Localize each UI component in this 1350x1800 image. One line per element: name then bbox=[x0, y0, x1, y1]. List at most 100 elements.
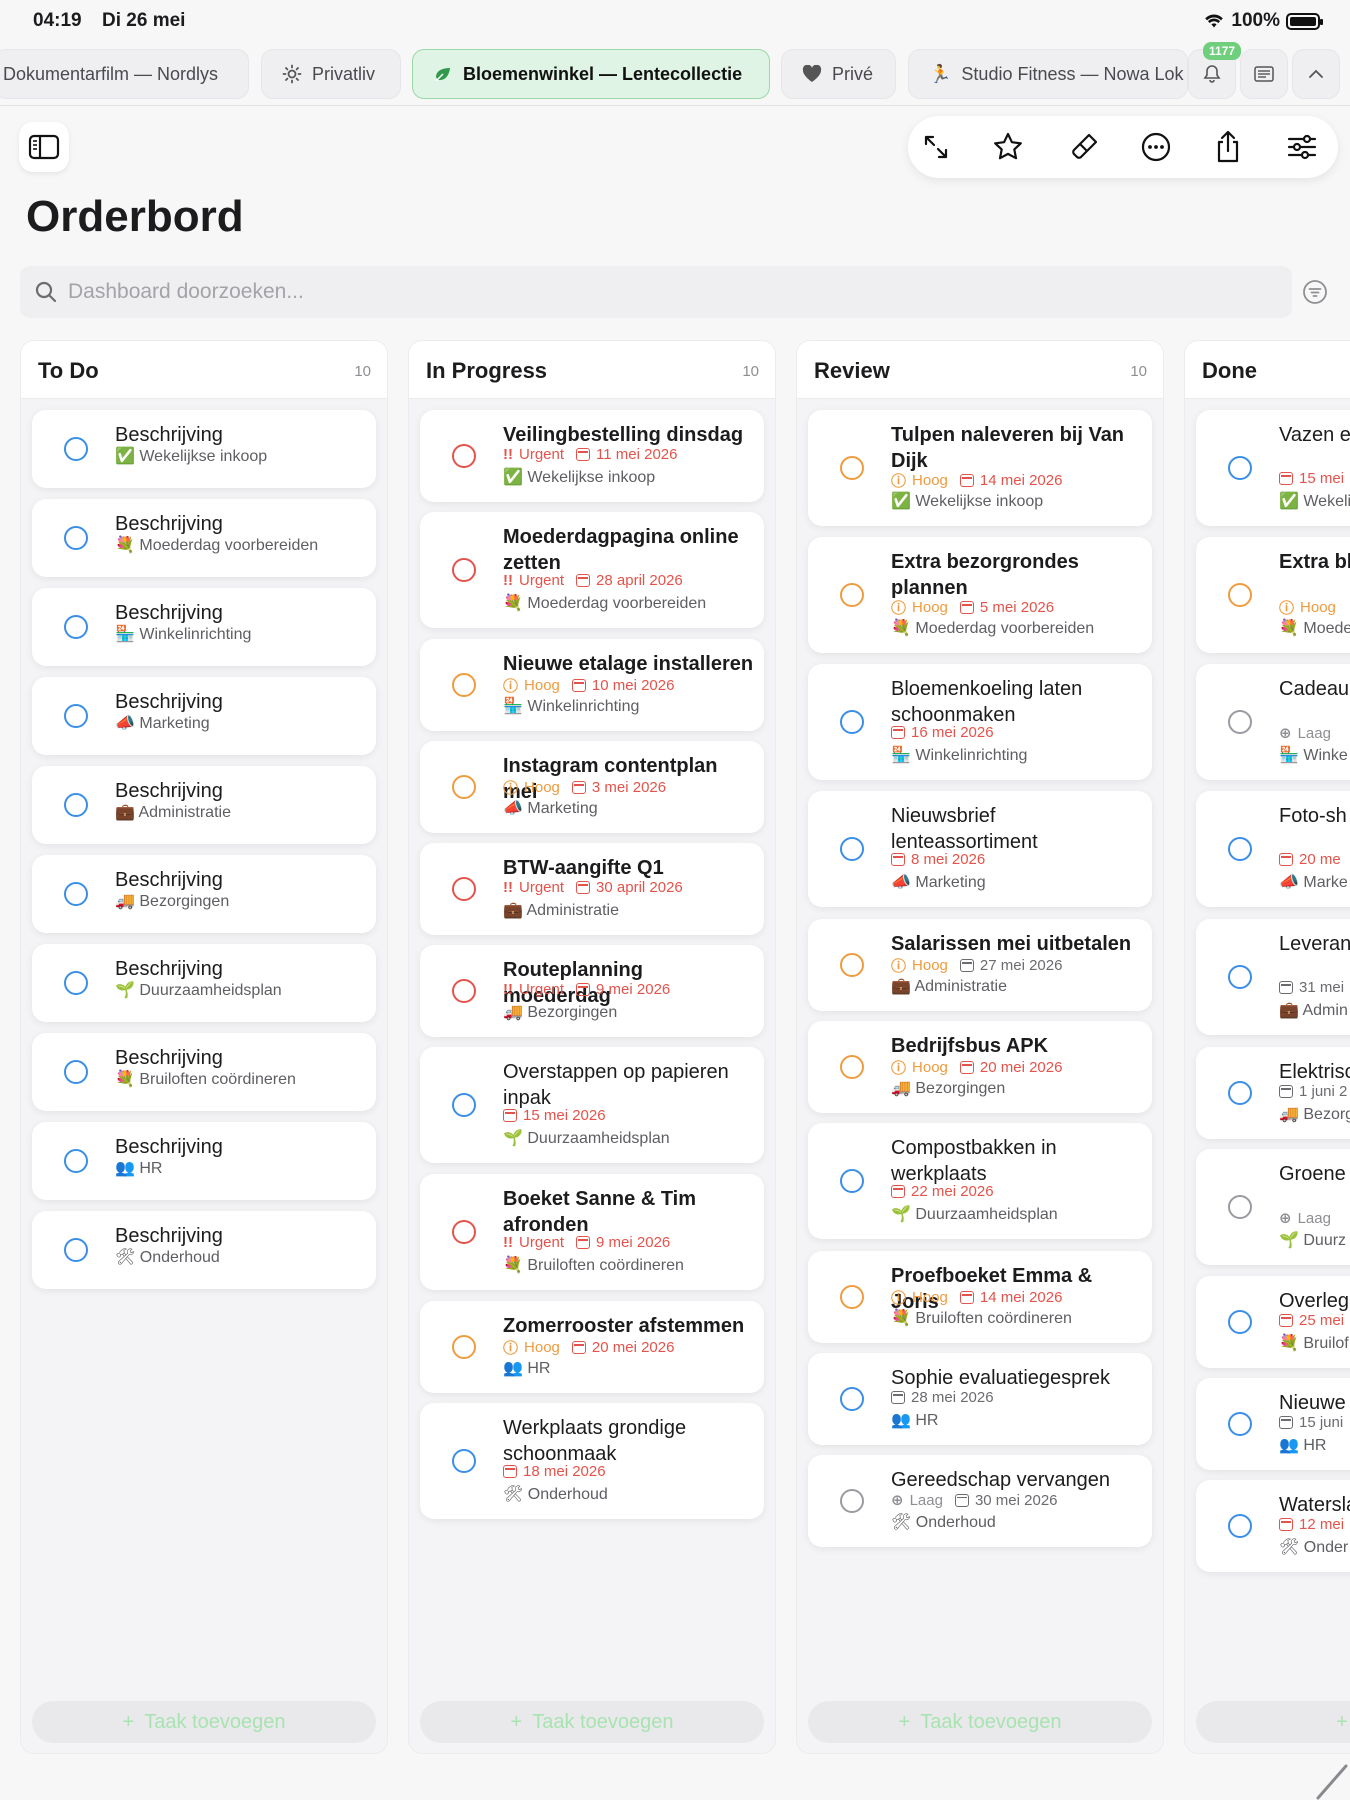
add-task-button[interactable]: + Taak toevoegen bbox=[32, 1701, 376, 1743]
task-card[interactable]: Bedrijfsbus APK ⓘ Hoog 20 mei 2026 🚚 Bezorgi… bbox=[808, 1021, 1152, 1113]
task-card[interactable]: Beschrijving 💼 Administratie bbox=[32, 766, 376, 844]
task-checkbox[interactable] bbox=[1228, 837, 1252, 861]
tab-bloemenwinkel[interactable]: Bloemenwinkel — Lentecollectie bbox=[412, 49, 770, 99]
task-card[interactable]: Beschrijving 📣 Marketing bbox=[32, 677, 376, 755]
task-checkbox[interactable] bbox=[64, 1149, 88, 1173]
task-checkbox[interactable] bbox=[1228, 583, 1252, 607]
task-card[interactable]: Overleg 25 mei 💐 Bruilof bbox=[1196, 1276, 1350, 1368]
task-checkbox[interactable] bbox=[840, 1489, 864, 1513]
add-task-button[interactable]: + Taak toevoegen bbox=[808, 1701, 1152, 1743]
task-checkbox[interactable] bbox=[840, 1169, 864, 1193]
task-checkbox[interactable] bbox=[64, 615, 88, 639]
reader-button[interactable] bbox=[1240, 49, 1288, 99]
task-card[interactable]: Zomerrooster afstemmen ⓘ Hoog 20 mei 2026 👥 … bbox=[420, 1301, 764, 1393]
task-card[interactable]: Groene contract ⊕ Laag 🌱 Duurz bbox=[1196, 1149, 1350, 1265]
sidebar-toggle-button[interactable] bbox=[19, 122, 69, 172]
task-checkbox[interactable] bbox=[64, 1238, 88, 1262]
tab-dokumentarfilm[interactable]: Dokumentarfilm — Nordlys bbox=[0, 49, 249, 99]
task-checkbox[interactable] bbox=[1228, 710, 1252, 734]
task-checkbox[interactable] bbox=[64, 793, 88, 817]
task-card[interactable]: Beschrijving 🌱 Duurzaamheidsplan bbox=[32, 944, 376, 1022]
task-checkbox[interactable] bbox=[1228, 1310, 1252, 1334]
task-checkbox[interactable] bbox=[452, 673, 476, 697]
task-card[interactable]: Vazen en checken 15 mei ✅ Wekeli bbox=[1196, 410, 1350, 526]
filter-icon[interactable] bbox=[1302, 279, 1328, 305]
task-card[interactable]: Beschrijving 💐 Bruiloften coördineren bbox=[32, 1033, 376, 1111]
task-checkbox[interactable] bbox=[64, 882, 88, 906]
task-card[interactable]: Beschrijving ✅ Wekelijkse inkoop bbox=[32, 410, 376, 488]
task-card[interactable]: Gereedschap vervangen ⊕ Laag 30 mei 2026 🛠 O… bbox=[808, 1455, 1152, 1547]
share-button[interactable] bbox=[1208, 127, 1248, 167]
task-checkbox[interactable] bbox=[452, 775, 476, 799]
task-card[interactable]: Nieuwsbrief lenteassortiment 8 mei 2026 📣 … bbox=[808, 791, 1152, 907]
collapse-tabs-button[interactable] bbox=[1292, 49, 1340, 99]
task-checkbox[interactable] bbox=[1228, 965, 1252, 989]
task-checkbox[interactable] bbox=[452, 979, 476, 1003]
task-card[interactable]: Beschrijving 🏪 Winkelinrichting bbox=[32, 588, 376, 666]
task-checkbox[interactable] bbox=[1228, 456, 1252, 480]
more-button[interactable] bbox=[1136, 127, 1176, 167]
task-card[interactable]: Nieuwe 15 juni 👥 HR bbox=[1196, 1378, 1350, 1470]
settings-button[interactable] bbox=[1282, 127, 1322, 167]
task-checkbox[interactable] bbox=[452, 1093, 476, 1117]
task-checkbox[interactable] bbox=[840, 1387, 864, 1411]
favorite-button[interactable] bbox=[988, 127, 1028, 167]
task-checkbox[interactable] bbox=[1228, 1412, 1252, 1436]
task-card[interactable]: Cadeauk ⊕ Laag 🏪 Winke bbox=[1196, 664, 1350, 780]
expand-button[interactable] bbox=[916, 127, 956, 167]
task-card[interactable]: Routeplanning moederdag!! Urgent 9 mei 202… bbox=[420, 945, 764, 1037]
task-checkbox[interactable] bbox=[64, 971, 88, 995]
task-checkbox[interactable] bbox=[840, 710, 864, 734]
task-card[interactable]: Beschrijving 🚚 Bezorgingen bbox=[32, 855, 376, 933]
task-card[interactable]: Leveran afhande 31 mei 💼 Admin bbox=[1196, 919, 1350, 1035]
brush-button[interactable] bbox=[1064, 127, 1104, 167]
task-card[interactable]: Foto-sh bruidsbo 20 me 📣 Marke bbox=[1196, 791, 1350, 907]
tab-studio-fitness[interactable]: 🏃 Studio Fitness — Nowa Lok bbox=[908, 49, 1188, 99]
task-card[interactable]: Compostbakken in werkplaats 22 mei 2026 🌱 … bbox=[808, 1123, 1152, 1239]
task-card[interactable]: Elektrisc 1 juni 2 🚚 Bezorg bbox=[1196, 1047, 1350, 1139]
task-checkbox[interactable] bbox=[452, 877, 476, 901]
add-task-button[interactable]: +Taak bbox=[1196, 1701, 1350, 1743]
task-card[interactable]: Extra bl voor 10 ⓘ Hoog 💐 Moede bbox=[1196, 537, 1350, 653]
task-checkbox[interactable] bbox=[64, 1060, 88, 1084]
task-checkbox[interactable] bbox=[64, 526, 88, 550]
task-card[interactable]: Bloemenkoeling laten schoonmaken 16 mei 2… bbox=[808, 664, 1152, 780]
task-card[interactable]: Boeket Sanne & Tim afronden!! Urgent 9 mei… bbox=[420, 1174, 764, 1290]
task-checkbox[interactable] bbox=[452, 1449, 476, 1473]
task-card[interactable]: Extra bezorgrondes plannen ⓘ Hoog 5 mei 202… bbox=[808, 537, 1152, 653]
tab-privatliv[interactable]: Privatliv bbox=[261, 49, 401, 99]
task-checkbox[interactable] bbox=[452, 1220, 476, 1244]
task-card[interactable]: Instagram contentplan mei ⓘ Hoog 3 mei 2026… bbox=[420, 741, 764, 833]
task-card[interactable]: BTW-aangifte Q1!! Urgent 30 april 2026 💼 Ad… bbox=[420, 843, 764, 935]
task-checkbox[interactable] bbox=[64, 437, 88, 461]
task-card[interactable]: Salarissen mei uitbetalen ⓘ Hoog 27 mei 202… bbox=[808, 919, 1152, 1011]
pencil-icon[interactable] bbox=[1310, 1760, 1350, 1800]
task-checkbox[interactable] bbox=[840, 953, 864, 977]
task-checkbox[interactable] bbox=[840, 456, 864, 480]
task-checkbox[interactable] bbox=[1228, 1514, 1252, 1538]
search-input[interactable] bbox=[68, 280, 1168, 304]
task-card[interactable]: Tulpen naleveren bij Van Dijk ⓘ Hoog 14 mei… bbox=[808, 410, 1152, 526]
task-checkbox[interactable] bbox=[452, 1335, 476, 1359]
task-checkbox[interactable] bbox=[1228, 1081, 1252, 1105]
task-card[interactable]: Beschrijving 💐 Moederdag voorbereiden bbox=[32, 499, 376, 577]
task-checkbox[interactable] bbox=[452, 444, 476, 468]
task-card[interactable]: Veilingbestelling dinsdag!! Urgent 11 mei … bbox=[420, 410, 764, 502]
task-checkbox[interactable] bbox=[840, 1055, 864, 1079]
task-card[interactable]: Moederdagpagina online zetten!! Urgent 28 … bbox=[420, 512, 764, 628]
task-card[interactable]: Sophie evaluatiegesprek 28 mei 2026 👥 HR bbox=[808, 1353, 1152, 1445]
task-checkbox[interactable] bbox=[840, 1285, 864, 1309]
task-checkbox[interactable] bbox=[64, 704, 88, 728]
task-card[interactable]: Overstappen op papieren inpak 15 mei 2026… bbox=[420, 1047, 764, 1163]
task-checkbox[interactable] bbox=[840, 837, 864, 861]
task-card[interactable]: Watersla 12 mei 🛠 Onder bbox=[1196, 1480, 1350, 1572]
task-checkbox[interactable] bbox=[1228, 1195, 1252, 1219]
add-task-button[interactable]: + Taak toevoegen bbox=[420, 1701, 764, 1743]
tab-prive[interactable]: Privé bbox=[781, 49, 896, 99]
task-card[interactable]: Werkplaats grondige schoonmaak 18 mei 202… bbox=[420, 1403, 764, 1519]
task-checkbox[interactable] bbox=[840, 583, 864, 607]
task-card[interactable]: Beschrijving 🛠 Onderhoud bbox=[32, 1211, 376, 1289]
task-card[interactable]: Nieuwe etalage installeren ⓘ Hoog 10 mei 20… bbox=[420, 639, 764, 731]
task-card[interactable]: Beschrijving 👥 HR bbox=[32, 1122, 376, 1200]
task-checkbox[interactable] bbox=[452, 558, 476, 582]
